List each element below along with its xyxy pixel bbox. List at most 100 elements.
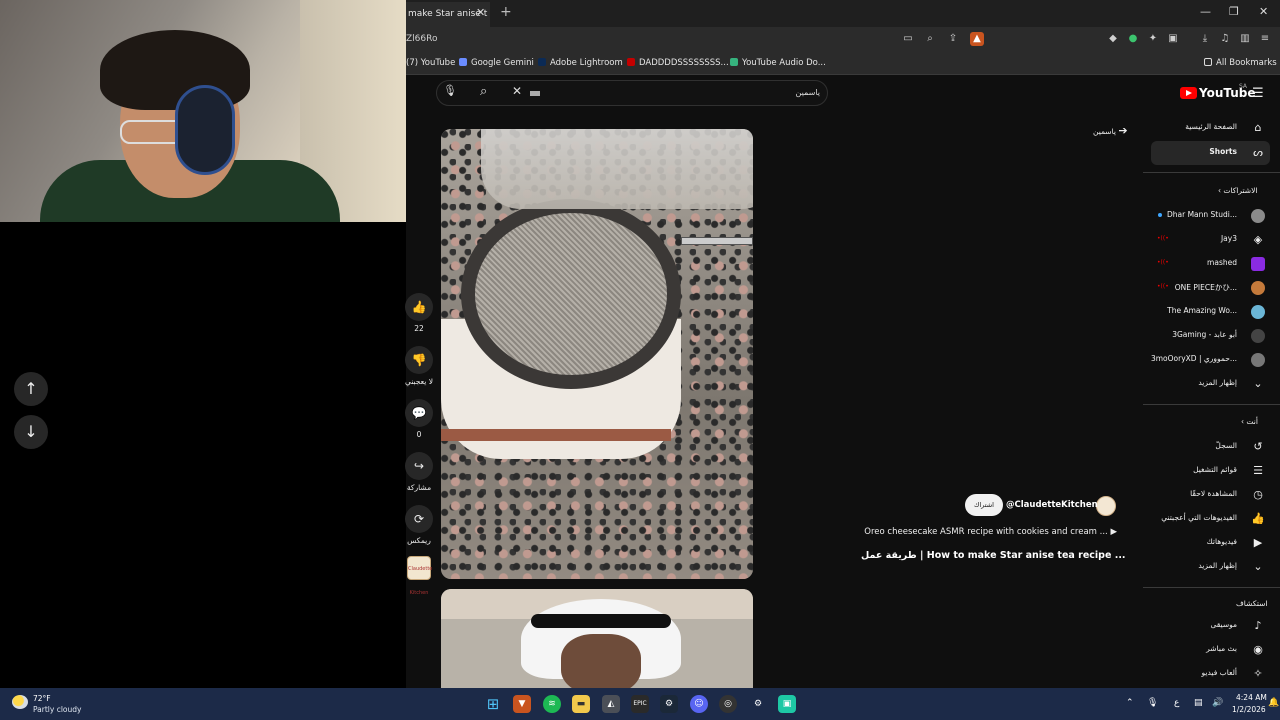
app-icon[interactable]: ◭ xyxy=(602,695,620,713)
brave-shield-icon[interactable]: ▲ xyxy=(970,32,984,46)
sidebar-item-your-videos[interactable]: فيديوهاتك ▶ xyxy=(1151,532,1270,554)
file-explorer-icon[interactable]: ▬ xyxy=(572,695,590,713)
clock-date[interactable]: 1/2/2026 xyxy=(1232,705,1266,714)
sidebar-item-liked-videos[interactable]: الفيديوهات التي أعجبتني 👍 xyxy=(1151,508,1270,530)
like-button[interactable]: 👍 xyxy=(405,293,433,321)
mic-icon[interactable]: 🎙 xyxy=(441,84,459,102)
spotify-icon[interactable]: ≋ xyxy=(543,695,561,713)
sidebar-item-home[interactable]: الصفحة الرئيسية ⌂ xyxy=(1151,117,1270,139)
subscribe-button[interactable]: اشتراك xyxy=(965,494,1003,516)
share-icon[interactable]: ⇪ xyxy=(946,32,960,46)
close-window-icon[interactable]: ✕ xyxy=(1259,5,1268,18)
comments-button[interactable]: 💬 xyxy=(405,399,433,427)
short-video-player[interactable] xyxy=(441,129,753,579)
windows-start-icon[interactable]: ⊞ xyxy=(484,695,502,713)
short-title[interactable]: طريقة عمل | How to make Star anise tea r… xyxy=(861,550,1126,561)
channel-avatar-icon: ◈ xyxy=(1253,233,1263,246)
sidebar-item-subscription[interactable]: Dhar Mann Studi... xyxy=(1151,205,1270,227)
screenshot-icon[interactable]: ▣ xyxy=(1166,32,1180,46)
sidebar-item-music[interactable]: موسيقى ♪ xyxy=(1151,615,1270,637)
remix-button[interactable]: ⟳ xyxy=(405,505,433,533)
sidebar-item-subscription[interactable]: 3moOoryXD | حمووري... xyxy=(1151,349,1270,371)
next-short-button[interactable]: ↓ xyxy=(14,415,48,449)
bookmark-item[interactable]: Adobe Lightroom xyxy=(538,58,623,68)
sidebar-show-more[interactable]: إظهار المزيد ⌄ xyxy=(1151,373,1270,395)
obs-icon[interactable]: ◎ xyxy=(719,695,737,713)
sidebar-show-more[interactable]: إظهار المزيد ⌄ xyxy=(1151,556,1270,578)
sidebar-item-watch-later[interactable]: المشاهدة لاحقًا ◷ xyxy=(1151,484,1270,506)
previous-short-button[interactable]: ↑ xyxy=(14,372,48,406)
new-tab-icon[interactable]: + xyxy=(500,4,512,20)
bookmark-item[interactable]: Google Gemini xyxy=(459,58,534,68)
sidebar-item-subscription[interactable]: •((• Jay3 ◈ xyxy=(1151,229,1270,251)
weather-description[interactable]: Partly cloudy xyxy=(33,705,81,714)
lightroom-icon xyxy=(538,58,546,66)
epic-games-icon[interactable]: EPIC xyxy=(631,695,649,713)
weather-icon[interactable] xyxy=(12,695,28,709)
sidebar-item-history[interactable]: السجلّ ↺ xyxy=(1151,436,1270,458)
search-icon[interactable]: ⌕ xyxy=(480,84,487,99)
browser-menu-icon[interactable]: ≡ xyxy=(1258,32,1272,46)
channel-avatar[interactable] xyxy=(1096,496,1116,516)
media-icon[interactable]: ♫ xyxy=(1218,32,1232,46)
settings-icon[interactable]: ⚙ xyxy=(749,695,767,713)
you-header[interactable]: ‹ أنت xyxy=(1241,417,1258,426)
sidebar-item-shorts[interactable]: Shorts ᔕ xyxy=(1151,142,1270,164)
short-description[interactable]: Oreo cheesecake ASMR recipe with cookies… xyxy=(861,527,1117,537)
tab-close-icon[interactable]: ✕ xyxy=(476,6,485,19)
steam-icon[interactable]: ⚙ xyxy=(660,695,678,713)
bookmark-item[interactable]: DADDDDSSSSSSSS... xyxy=(627,58,729,68)
empty-area xyxy=(0,222,406,688)
sidebar-item-live[interactable]: بث مباشر ◉ xyxy=(1151,639,1270,661)
home-icon: ⌂ xyxy=(1254,121,1262,134)
channel-avatar-icon xyxy=(1251,329,1265,343)
puzzle-icon[interactable]: ✦ xyxy=(1146,32,1160,46)
search-input[interactable]: ياسمين xyxy=(760,88,821,97)
share-button[interactable]: ↪ xyxy=(405,452,433,480)
bookmark-item[interactable]: (7) YouTube xyxy=(406,58,455,68)
cast-icon[interactable]: ▭ xyxy=(901,32,915,46)
next-short-preview[interactable] xyxy=(441,589,753,699)
sidebar-item-subscription[interactable]: 3Gaming - أبو عابد xyxy=(1151,325,1270,347)
tray-overflow-icon[interactable]: ⌃ xyxy=(1126,698,1134,708)
notifications-icon[interactable]: 🔔 xyxy=(1268,698,1279,708)
keyboard-language[interactable]: ع xyxy=(1174,698,1179,708)
vpn-icon[interactable]: ● xyxy=(1126,32,1140,46)
zoom-icon[interactable]: ⌕ xyxy=(923,32,937,46)
weather-temperature[interactable]: 72°F xyxy=(33,694,51,703)
hamburger-menu-icon[interactable]: ☰ xyxy=(1252,86,1264,101)
channel-name[interactable]: @ClaudetteKitchen xyxy=(1006,500,1098,510)
sidebar-item-subscription[interactable]: •((• mashed xyxy=(1151,253,1270,275)
extension-icon[interactable]: ◆ xyxy=(1106,32,1120,46)
download-icon[interactable]: ⤓ xyxy=(1198,32,1212,46)
sidebar-item-subscription[interactable]: The Amazing Wo... xyxy=(1151,301,1270,323)
discord-icon[interactable]: ☺ xyxy=(690,695,708,713)
region-badge: SA xyxy=(1239,83,1248,90)
sidebar-item-playlists[interactable]: قوائم التشغيل ☰ xyxy=(1151,460,1270,482)
all-bookmarks[interactable]: All Bookmarks xyxy=(1204,58,1277,68)
sidebar-item-subscription[interactable]: •((• ONE PIECEかひ... xyxy=(1151,277,1270,299)
network-icon[interactable]: ▤ xyxy=(1194,698,1203,708)
share-label: مشاركة xyxy=(406,483,432,492)
microphone-icon[interactable]: 🎙 xyxy=(1147,698,1158,708)
sidebar-toggle-icon[interactable]: ▥ xyxy=(1238,32,1252,46)
channel-avatar-icon xyxy=(1251,305,1265,319)
dislike-button[interactable]: 👎 xyxy=(405,346,433,374)
minimize-icon[interactable]: — xyxy=(1200,5,1211,18)
folder-icon xyxy=(1204,58,1212,66)
clock-time[interactable]: 4:24 AM xyxy=(1236,693,1267,702)
volume-icon[interactable]: 🔊 xyxy=(1212,698,1223,708)
back-link[interactable]: ياسمين ➔ xyxy=(1093,124,1128,137)
app-icon[interactable]: ▣ xyxy=(778,695,796,713)
sound-channel-thumbnail[interactable]: Claudette Kitchen xyxy=(407,556,432,596)
maximize-icon[interactable]: ❐ xyxy=(1229,5,1239,18)
bookmark-item[interactable]: YouTube Audio Do... xyxy=(730,58,826,68)
headset-icon xyxy=(175,85,235,175)
sidebar-item-gaming[interactable]: ألعاب فيديو ✧ xyxy=(1151,663,1270,685)
subscriptions-header[interactable]: ‹ الاشتراكات xyxy=(1218,186,1257,195)
brave-browser-icon[interactable]: ▼ xyxy=(513,695,531,713)
url-field[interactable]: Zl66Ro xyxy=(406,34,437,44)
sidebar-divider xyxy=(1143,587,1280,588)
like-count: 22 xyxy=(414,324,424,333)
clear-search-icon[interactable]: ✕ xyxy=(512,84,522,98)
